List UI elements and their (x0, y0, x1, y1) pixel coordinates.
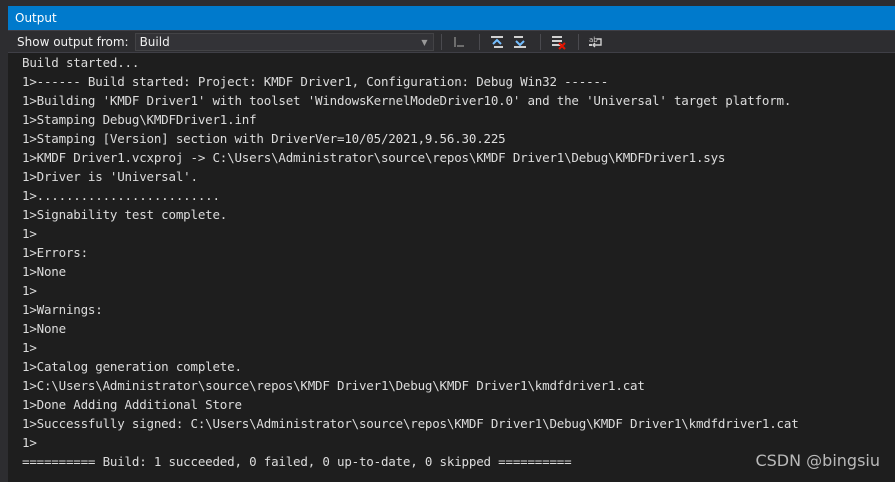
output-line: 1> (22, 435, 37, 450)
output-line: 1>Errors: (22, 245, 88, 260)
output-line: 1> (22, 283, 37, 298)
window-frame-left (0, 6, 8, 482)
panel-title: Output (15, 11, 57, 25)
toolbar-separator (577, 34, 579, 50)
show-output-from-label: Show output from: (17, 35, 129, 49)
output-source-dropdown[interactable]: Build ▼ (134, 33, 434, 51)
find-next-button[interactable] (510, 33, 530, 51)
output-line: 1>......................... (22, 188, 220, 203)
toolbar-separator (440, 34, 442, 50)
output-line: 1>Successfully signed: C:\Users\Administ… (22, 416, 799, 431)
toggle-word-wrap-button[interactable]: ab (586, 33, 606, 51)
output-lines: Build started... 1>------ Build started: … (22, 53, 799, 471)
find-previous-icon (490, 36, 503, 48)
clear-all-button[interactable] (548, 33, 568, 51)
find-next-icon (513, 36, 526, 48)
clear-all-icon (551, 36, 566, 50)
output-line: 1>None (22, 264, 66, 279)
go-to-previous-message-button[interactable] (449, 33, 469, 51)
output-text-area[interactable]: Build started... 1>------ Build started: … (8, 52, 895, 482)
output-line: 1>Building 'KMDF Driver1' with toolset '… (22, 93, 792, 108)
output-line: 1>C:\Users\Administrator\source\repos\KM… (22, 378, 645, 393)
chevron-down-icon: ▼ (421, 37, 428, 47)
output-line: 1>Done Adding Additional Store (22, 397, 242, 412)
output-line: 1>------ Build started: Project: KMDF Dr… (22, 74, 609, 89)
toolbar-separator (478, 34, 480, 50)
output-line: 1>Signability test complete. (22, 207, 228, 222)
find-previous-button[interactable] (487, 33, 507, 51)
watermark: CSDN @bingsiu (755, 451, 880, 470)
output-line: 1> (22, 226, 37, 241)
output-line: 1>KMDF Driver1.vcxproj -> C:\Users\Admin… (22, 150, 726, 165)
output-line: 1> (22, 340, 37, 355)
output-line: ========== Build: 1 succeeded, 0 failed,… (22, 454, 572, 469)
output-line: 1>Stamping Debug\KMDFDriver1.inf (22, 112, 257, 127)
output-line: 1>Warnings: (22, 302, 103, 317)
svg-text:ab: ab (589, 36, 598, 44)
output-line: 1>None (22, 321, 66, 336)
toggle-word-wrap-icon: ab (588, 36, 602, 48)
output-line: 1>Driver is 'Universal'. (22, 169, 198, 184)
output-source-value: Build (139, 35, 170, 49)
output-panel-title-bar[interactable]: Output (8, 6, 895, 30)
go-to-previous-message-icon (453, 37, 464, 47)
output-line: 1>Stamping [Version] section with Driver… (22, 131, 506, 146)
output-line: 1>Catalog generation complete. (22, 359, 242, 374)
output-line: Build started... (22, 55, 140, 70)
toolbar-separator (539, 34, 541, 50)
output-toolbar: Show output from: Build ▼ ab (8, 30, 895, 53)
